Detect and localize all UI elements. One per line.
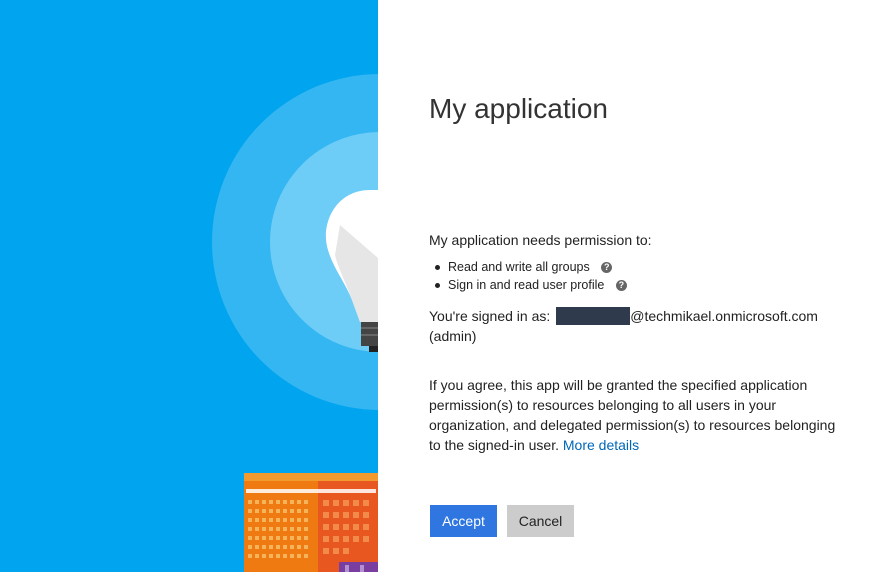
more-details-link[interactable]: More details xyxy=(563,437,639,453)
signed-in-account: @techmikael.onmicrosoft.com xyxy=(630,308,818,324)
app-title: My application xyxy=(429,93,608,124)
permission-intro: My application needs permission to: xyxy=(429,232,652,248)
cancel-button[interactable]: Cancel xyxy=(507,505,574,537)
accept-button[interactable]: Accept xyxy=(430,505,497,537)
signed-in-info: You're signed in as: @techmikael.onmicros… xyxy=(429,306,849,346)
permission-list: Read and write all groups ? Sign in and … xyxy=(429,260,627,296)
bullet-icon xyxy=(435,265,440,270)
signed-in-role: (admin) xyxy=(429,328,477,344)
question-circle-icon[interactable]: ? xyxy=(615,280,627,291)
permission-item: Sign in and read user profile ? xyxy=(429,278,627,296)
lightbulb-illustration xyxy=(212,74,378,572)
bullet-icon xyxy=(435,283,440,288)
permission-item: Read and write all groups ? xyxy=(429,260,627,278)
hero-illustration xyxy=(0,0,378,572)
consent-panel: My application My application needs perm… xyxy=(378,0,876,572)
signed-in-prefix: You're signed in as: xyxy=(429,308,551,324)
permission-label: Sign in and read user profile xyxy=(448,278,605,292)
question-circle-icon[interactable]: ? xyxy=(601,262,613,273)
agreement-text-block: If you agree, this app will be granted t… xyxy=(429,375,839,455)
permission-label: Read and write all groups xyxy=(448,260,590,274)
redacted-username xyxy=(556,307,631,325)
